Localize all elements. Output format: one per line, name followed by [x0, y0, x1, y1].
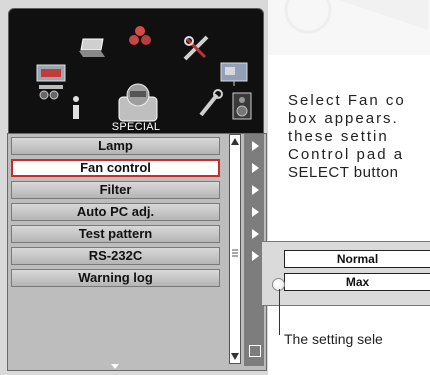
submenu-arrow-icon[interactable]	[252, 207, 259, 217]
menu-item-label: Fan control	[80, 160, 151, 175]
callout-leader-line	[279, 289, 280, 335]
submenu-arrow-icon[interactable]	[252, 251, 259, 261]
screen-icon[interactable]	[35, 61, 69, 101]
menu-item-lamp[interactable]: Lamp	[11, 137, 220, 155]
watermark-graphic	[268, 0, 430, 55]
callout-caption: The setting sele	[284, 331, 383, 347]
menu-item-label: Auto PC adj.	[76, 204, 155, 219]
special-icon[interactable]	[116, 81, 160, 123]
instruction-line: box appears.	[288, 110, 399, 127]
menu-scrollbar[interactable]	[229, 134, 241, 364]
instruction-text: Select Fan co box appears. these settin …	[288, 92, 430, 182]
instruction-line: SELECT button	[288, 164, 399, 181]
submenu-arrow-icon[interactable]	[252, 229, 259, 239]
option-label: Normal	[336, 252, 379, 266]
menu-item-label: Lamp	[98, 138, 133, 153]
scroll-down-indicator-icon	[111, 364, 119, 369]
wrench-icon[interactable]	[197, 89, 223, 119]
menu-item-test-pattern[interactable]: Test pattern	[11, 225, 220, 243]
submenu-arrow-icon[interactable]	[252, 163, 259, 173]
projector-screen-icon[interactable]	[219, 61, 249, 87]
instruction-line: these settin	[288, 128, 389, 145]
menu-item-warning-log[interactable]: Warning log	[11, 269, 220, 287]
menu-item-label: Warning log	[78, 270, 153, 285]
menu-item-auto-pc-adj[interactable]: Auto PC adj.	[11, 203, 220, 221]
color-balls-icon[interactable]	[127, 25, 153, 47]
osd-panel: SPECIAL Lamp Fan control Filter Auto PC …	[0, 0, 268, 375]
speaker-icon[interactable]	[231, 91, 253, 121]
menu-item-label: Test pattern	[78, 226, 153, 241]
option-label: Max	[345, 275, 370, 289]
menu-item-label: RS-232C	[88, 248, 143, 263]
menu-item-filter[interactable]: Filter	[11, 181, 220, 199]
option-max[interactable]: Max	[284, 273, 430, 291]
tools-icon[interactable]	[181, 33, 211, 63]
menu-item-rs-232c[interactable]: RS-232C	[11, 247, 220, 265]
menu-icon-area: SPECIAL	[8, 8, 264, 134]
menu-item-fan-control[interactable]: Fan control	[11, 159, 220, 177]
option-normal[interactable]: Normal	[284, 250, 430, 268]
info-icon[interactable]	[69, 95, 83, 121]
submenu-arrow-icon[interactable]	[252, 185, 259, 195]
instruction-line: Select Fan co	[288, 92, 406, 109]
section-label: SPECIAL	[111, 121, 161, 133]
laptop-icon[interactable]	[79, 37, 107, 59]
submenu-arrow-icon[interactable]	[252, 141, 259, 151]
menu-item-label: Filter	[99, 182, 132, 197]
submenu-square-button[interactable]	[249, 345, 261, 357]
instruction-line: Control pad a	[288, 146, 405, 163]
